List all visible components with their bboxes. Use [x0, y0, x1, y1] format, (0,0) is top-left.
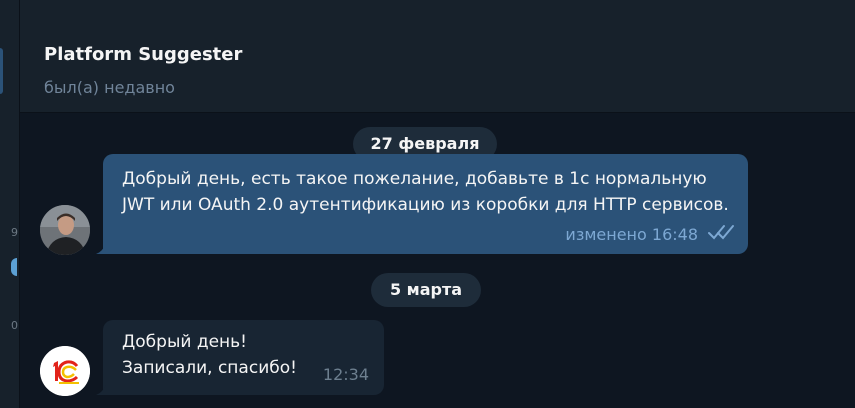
user-avatar-photo — [40, 205, 90, 255]
chat-window: 9 0 Platform Suggester был(а) недавно 27… — [0, 0, 855, 408]
bubble-tail — [96, 385, 106, 395]
chat-list-panel[interactable]: 9 0 — [0, 0, 20, 408]
chat-header[interactable]: Platform Suggester был(а) недавно — [20, 0, 855, 113]
message-meta: изменено 16:48 — [565, 222, 736, 248]
chat-title[interactable]: Platform Suggester — [44, 44, 242, 65]
selected-chat-indicator — [0, 48, 3, 94]
unread-counter: 9 — [11, 226, 18, 239]
1c-logo-icon — [40, 346, 90, 396]
message-bubble[interactable]: Добрый день, есть такое пожелание, добав… — [103, 154, 748, 254]
message-meta: 12:34 — [323, 362, 369, 388]
message-bubble[interactable]: Добрый день! Записали, спасибо! 12:34 — [103, 320, 384, 395]
message-time: 12:34 — [322, 365, 369, 384]
unread-counter: 0 — [11, 319, 18, 332]
message-line: Добрый день! — [122, 332, 247, 352]
double-check-icon — [708, 222, 736, 248]
date-separator: 5 марта — [371, 273, 481, 307]
chat-status: был(а) недавно — [44, 78, 175, 97]
message-time: изменено 16:48 — [565, 225, 698, 244]
avatar[interactable] — [40, 205, 90, 255]
avatar[interactable] — [40, 346, 90, 396]
message-text: Добрый день, есть такое пожелание, добав… — [122, 169, 729, 215]
bubble-tail — [96, 244, 106, 254]
unread-badge — [11, 258, 17, 276]
